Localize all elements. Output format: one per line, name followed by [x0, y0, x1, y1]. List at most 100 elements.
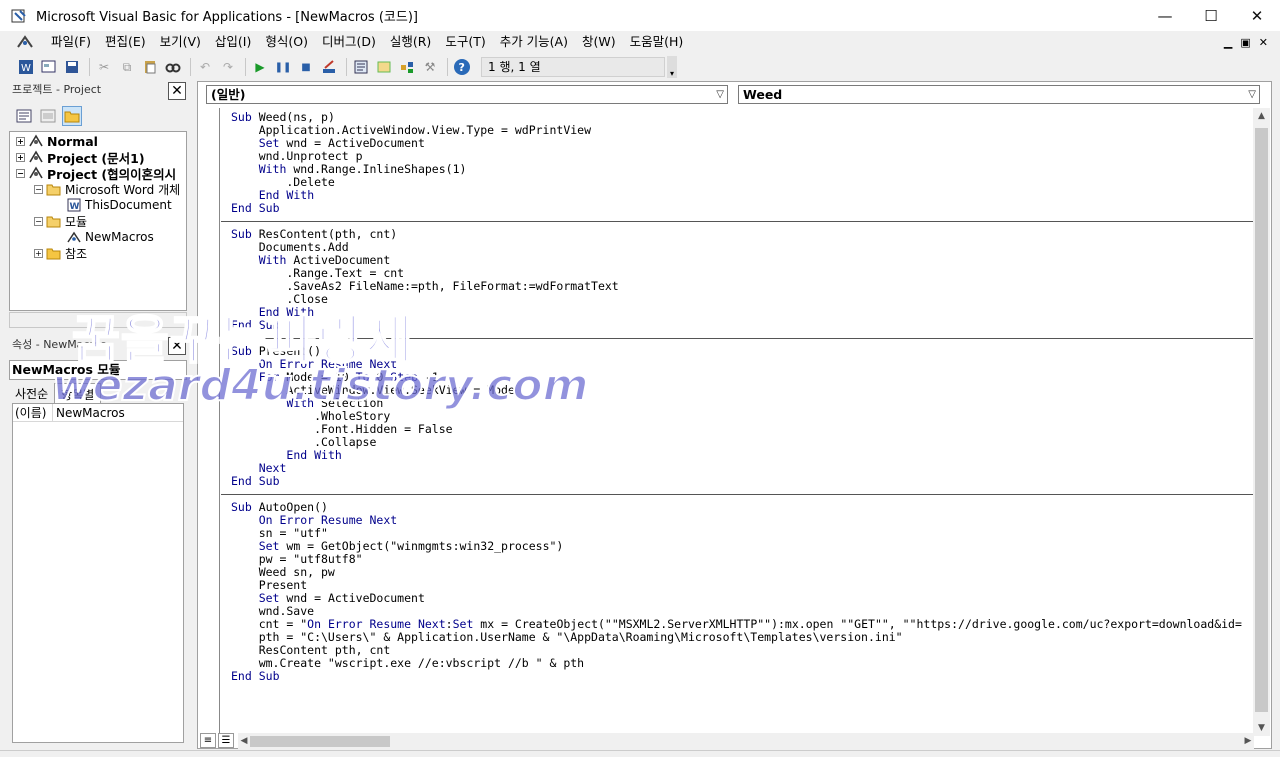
project-explorer-icon[interactable]: [351, 57, 371, 77]
scroll-up-icon[interactable]: ▲: [1253, 108, 1270, 124]
code-line[interactable]: End Sub: [231, 670, 280, 683]
paste-icon[interactable]: [140, 57, 160, 77]
vba-project-icon: [28, 166, 44, 180]
vba-system-menu-icon[interactable]: [16, 34, 38, 50]
project-panel-close-button[interactable]: ✕: [168, 82, 186, 100]
expand-icon[interactable]: +: [16, 136, 25, 146]
vertical-scrollbar[interactable]: ▲ ▼: [1253, 108, 1270, 736]
properties-object-combo[interactable]: NewMacros 모듈: [9, 360, 187, 380]
horizontal-scrollbar[interactable]: ◀ ▶: [238, 733, 1254, 749]
menu-file[interactable]: 파일(F): [44, 31, 98, 53]
project-panel-title: 프로젝트 - Project: [8, 81, 188, 101]
horizontal-scroll-thumb[interactable]: [250, 736, 390, 747]
procedure-view-icon[interactable]: ≡: [200, 733, 216, 748]
tree-item-label: 모듈: [65, 214, 88, 229]
project-panel-header: 프로젝트 - Project ✕: [8, 81, 188, 103]
procedure-combo[interactable]: Weed ▽: [738, 85, 1260, 104]
close-button[interactable]: ✕: [1234, 0, 1280, 31]
scroll-down-icon[interactable]: ▼: [1253, 720, 1270, 736]
menu-format[interactable]: 형식(O): [258, 31, 315, 53]
menu-edit[interactable]: 편집(E): [98, 31, 153, 53]
object-combo-value: (일반): [211, 87, 246, 102]
procedure-separator: [221, 221, 1253, 222]
project-tree-scrollbar[interactable]: [9, 312, 187, 328]
code-line[interactable]: End Sub: [231, 319, 280, 332]
menu-window[interactable]: 창(W): [575, 31, 623, 53]
code-editor[interactable]: Sub Weed(ns, p) Application.ActiveWindow…: [221, 108, 1253, 736]
menu-insert[interactable]: 삽입(I): [208, 31, 258, 53]
mdi-close-button[interactable]: ✕: [1259, 36, 1268, 49]
run-icon[interactable]: ▶: [250, 57, 270, 77]
bottom-edge: [0, 750, 1280, 757]
title-bar: Microsoft Visual Basic for Applications …: [0, 0, 1280, 31]
module-icon: [66, 230, 82, 244]
redo-icon[interactable]: ↷: [218, 57, 238, 77]
folder-open-icon: [46, 182, 62, 196]
properties-panel-close-button[interactable]: ✕: [168, 337, 186, 355]
view-object-icon[interactable]: [38, 106, 58, 126]
menu-tools[interactable]: 도구(T): [438, 31, 492, 53]
mdi-restore-button[interactable]: ▣: [1240, 36, 1250, 49]
collapse-icon[interactable]: −: [34, 184, 43, 194]
menu-run[interactable]: 실행(R): [383, 31, 438, 53]
code-line[interactable]: End Sub: [231, 475, 280, 488]
help-icon[interactable]: ?: [452, 57, 472, 77]
find-icon[interactable]: [163, 57, 183, 77]
menu-addins[interactable]: 추가 기능(A): [493, 31, 575, 53]
properties-panel-header: 속성 - NewMacros ✕: [8, 336, 188, 356]
cut-icon[interactable]: ✂: [94, 57, 114, 77]
object-combo[interactable]: (일반) ▽: [206, 85, 728, 104]
copy-icon[interactable]: ⧉: [117, 57, 137, 77]
maximize-button[interactable]: ☐: [1188, 0, 1234, 31]
folder-icon: [46, 246, 62, 260]
full-module-view-icon[interactable]: ☰: [218, 733, 234, 748]
scroll-right-icon[interactable]: ▶: [1242, 733, 1254, 749]
undo-icon[interactable]: ↶: [195, 57, 215, 77]
menu-help[interactable]: 도움말(H): [623, 31, 691, 53]
tree-item-modules[interactable]: − 모듈: [34, 213, 87, 229]
expand-icon[interactable]: +: [16, 152, 25, 162]
collapse-icon[interactable]: −: [16, 168, 25, 178]
toggle-folders-icon[interactable]: [62, 106, 82, 126]
chevron-down-icon[interactable]: ▽: [716, 86, 724, 103]
project-tree: + Normal + Project (문서1) − Project (협의이혼…: [9, 131, 187, 311]
tree-item-project-doc2[interactable]: − Project (협의이혼의시: [16, 165, 176, 182]
property-row[interactable]: (이름) NewMacros: [13, 404, 183, 422]
vertical-scroll-thumb[interactable]: [1255, 128, 1268, 712]
reset-icon[interactable]: ■: [296, 57, 316, 77]
tab-alphabetic[interactable]: 사전순: [9, 383, 54, 403]
tree-item-label: Normal: [47, 133, 98, 149]
margin-indicator-bar[interactable]: [198, 108, 220, 738]
tree-item-word-objects[interactable]: − Microsoft Word 개체: [34, 181, 180, 197]
code-window: (일반) ▽ Weed ▽ Sub Weed(ns, p) Applicatio…: [197, 81, 1272, 749]
tree-item-references[interactable]: + 참조: [34, 245, 87, 261]
save-icon[interactable]: [62, 57, 82, 77]
object-browser-icon[interactable]: [397, 57, 417, 77]
insert-userform-icon[interactable]: [39, 57, 59, 77]
expand-icon[interactable]: +: [34, 248, 43, 258]
tree-item-newmacros[interactable]: NewMacros: [66, 229, 154, 245]
design-mode-icon[interactable]: [319, 57, 339, 77]
properties-window-icon[interactable]: [374, 57, 394, 77]
toolbox-icon[interactable]: ⚒: [420, 57, 440, 77]
tree-item-thisdocument[interactable]: W ThisDocument: [66, 197, 172, 213]
menu-debug[interactable]: 디버그(D): [315, 31, 383, 53]
tree-item-label: NewMacros: [85, 230, 154, 244]
svg-text:?: ?: [459, 61, 465, 74]
toolbar-options-icon[interactable]: ▾: [667, 56, 677, 78]
code-line[interactable]: wm.Create "wscript.exe //e:vbscript //b …: [231, 657, 584, 670]
vba-project-icon: [28, 134, 44, 148]
code-line[interactable]: End Sub: [231, 202, 280, 215]
break-icon[interactable]: ❚❚: [273, 57, 293, 77]
minimize-button[interactable]: —: [1142, 0, 1188, 31]
tab-categorized[interactable]: 항목별: [54, 383, 102, 403]
collapse-icon[interactable]: −: [34, 216, 43, 226]
view-code-icon[interactable]: [14, 106, 34, 126]
mdi-minimize-button[interactable]: ▁: [1224, 36, 1232, 49]
property-value[interactable]: NewMacros: [53, 406, 125, 420]
menu-view[interactable]: 보기(V): [153, 31, 208, 53]
scroll-left-icon[interactable]: ◀: [238, 733, 250, 749]
procedure-separator: [221, 338, 1253, 339]
chevron-down-icon[interactable]: ▽: [1248, 86, 1256, 103]
word-icon[interactable]: W: [16, 57, 36, 77]
